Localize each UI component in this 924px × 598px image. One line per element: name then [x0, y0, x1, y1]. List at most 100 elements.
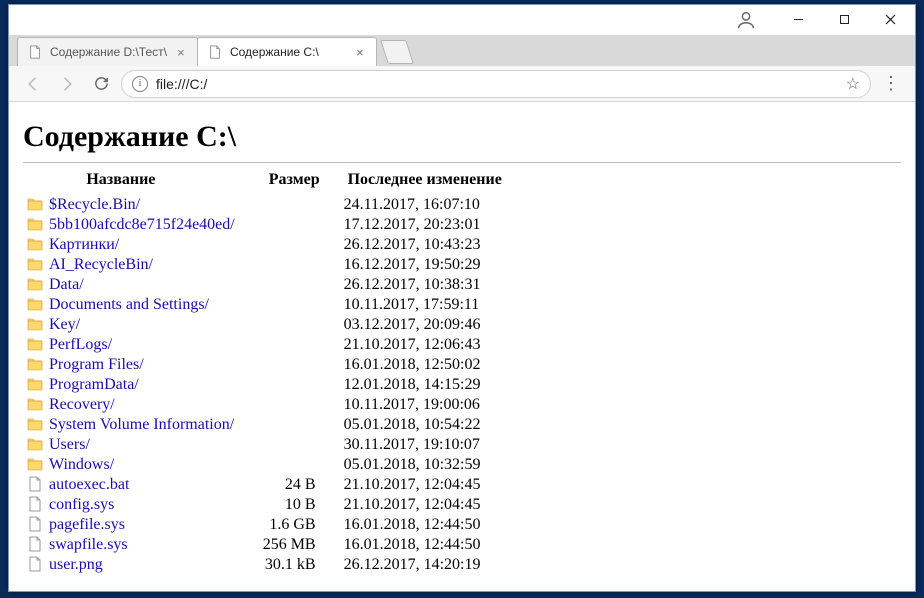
entry-link[interactable]: Users/: [49, 436, 90, 453]
table-row: Users/30.11.2017, 19:10:07: [23, 435, 516, 455]
entry-date: 16.01.2018, 12:44:50: [334, 515, 516, 535]
folder-icon: [27, 296, 43, 312]
entry-link[interactable]: pagefile.sys: [49, 516, 125, 533]
entry-link[interactable]: Картинки/: [49, 236, 119, 253]
browser-tab[interactable]: Содержание D:\Тест\×: [17, 37, 198, 66]
table-row: 5bb100afcdc8e715f24e40ed/17.12.2017, 20:…: [23, 215, 516, 235]
table-row: autoexec.bat 24 B21.10.2017, 12:04:45: [23, 475, 516, 495]
browser-tab[interactable]: Содержание C:\ ×: [197, 37, 377, 66]
file-icon: [27, 476, 43, 492]
folder-icon: [27, 376, 43, 392]
entry-date: 03.12.2017, 20:09:46: [334, 315, 516, 335]
entry-date: 21.10.2017, 12:04:45: [334, 495, 516, 515]
toolbar: i file:///C:/ ☆ ⋮: [9, 66, 915, 102]
entry-size: [255, 195, 334, 215]
folder-icon: [27, 316, 43, 332]
folder-icon: [27, 256, 43, 272]
page-icon: [28, 45, 42, 59]
tab-title: Содержание C:\: [230, 45, 346, 59]
entry-date: 05.01.2018, 10:54:22: [334, 415, 516, 435]
page-icon: [208, 45, 222, 59]
entry-link[interactable]: Recovery/: [49, 396, 115, 413]
entry-size: 24 B: [255, 475, 334, 495]
window-maximize-button[interactable]: [821, 6, 867, 34]
entry-link[interactable]: System Volume Information/: [49, 416, 234, 433]
entry-size: [255, 375, 334, 395]
folder-icon: [27, 436, 43, 452]
entry-size: 1.6 GB: [255, 515, 334, 535]
column-header-date: Последнее изменение: [334, 169, 516, 195]
tab-close-button[interactable]: ×: [173, 44, 189, 60]
column-header-size: Размер: [255, 169, 334, 195]
directory-listing-table: Название Размер Последнее изменение $Rec…: [23, 169, 516, 575]
entry-size: [255, 315, 334, 335]
table-row: swapfile.sys256 MB16.01.2018, 12:44:50: [23, 535, 516, 555]
entry-size: 10 B: [255, 495, 334, 515]
entry-link[interactable]: Program Files/: [49, 356, 144, 373]
table-row: pagefile.sys 1.6 GB16.01.2018, 12:44:50: [23, 515, 516, 535]
entry-link[interactable]: Windows/: [49, 456, 114, 473]
page-heading: Содержание C:\: [23, 120, 901, 154]
tab-close-button[interactable]: ×: [352, 44, 368, 60]
table-row: Program Files/16.01.2018, 12:50:02: [23, 355, 516, 375]
new-tab-button[interactable]: [380, 40, 414, 64]
window-close-button[interactable]: [867, 6, 913, 34]
entry-link[interactable]: user.png: [49, 556, 103, 573]
table-row: AI_RecycleBin/16.12.2017, 19:50:29: [23, 255, 516, 275]
entry-size: [255, 415, 334, 435]
entry-link[interactable]: $Recycle.Bin/: [49, 196, 140, 213]
table-row: Key/03.12.2017, 20:09:46: [23, 315, 516, 335]
entry-date: 16.12.2017, 19:50:29: [334, 255, 516, 275]
back-button[interactable]: [19, 70, 47, 98]
bookmark-star-icon[interactable]: ☆: [846, 74, 860, 94]
entry-link[interactable]: Documents and Settings/: [49, 296, 209, 313]
entry-date: 26.12.2017, 10:43:23: [334, 235, 516, 255]
folder-icon: [27, 456, 43, 472]
window-minimize-button[interactable]: [775, 6, 821, 34]
window-titlebar: [9, 5, 915, 35]
entry-link[interactable]: Key/: [49, 316, 80, 333]
entry-link[interactable]: ProgramData/: [49, 376, 139, 393]
entry-date: 30.11.2017, 19:10:07: [334, 435, 516, 455]
entry-size: [255, 215, 334, 235]
entry-link[interactable]: Data/: [49, 276, 84, 293]
entry-date: 12.01.2018, 14:15:29: [334, 375, 516, 395]
entry-size: 256 MB: [255, 535, 334, 555]
table-row: PerfLogs/21.10.2017, 12:06:43: [23, 335, 516, 355]
entry-link[interactable]: 5bb100afcdc8e715f24e40ed/: [49, 216, 235, 233]
file-icon: [27, 516, 43, 532]
entry-date: 21.10.2017, 12:06:43: [334, 335, 516, 355]
profile-avatar-icon[interactable]: [735, 9, 757, 31]
table-row: config.sys 10 B21.10.2017, 12:04:45: [23, 495, 516, 515]
entry-size: 30.1 kB: [255, 555, 334, 575]
entry-date: 24.11.2017, 16:07:10: [334, 195, 516, 215]
entry-link[interactable]: AI_RecycleBin/: [49, 256, 153, 273]
site-info-icon[interactable]: i: [132, 76, 148, 92]
entry-date: 21.10.2017, 12:04:45: [334, 475, 516, 495]
table-row: Recovery/10.11.2017, 19:00:06: [23, 395, 516, 415]
entry-link[interactable]: PerfLogs/: [49, 336, 112, 353]
entry-size: [255, 295, 334, 315]
forward-button[interactable]: [53, 70, 81, 98]
chrome-menu-button[interactable]: ⋮: [877, 70, 905, 98]
file-icon: [27, 536, 43, 552]
entry-link[interactable]: config.sys: [49, 496, 114, 513]
table-row: ProgramData/12.01.2018, 14:15:29: [23, 375, 516, 395]
entry-size: [255, 435, 334, 455]
folder-icon: [27, 196, 43, 212]
divider: [23, 162, 901, 163]
browser-window: Содержание D:\Тест\× Содержание C:\ × i fi…: [8, 4, 916, 592]
table-row: $Recycle.Bin/24.11.2017, 16:07:10: [23, 195, 516, 215]
entry-size: [255, 275, 334, 295]
entry-date: 26.12.2017, 10:38:31: [334, 275, 516, 295]
entry-link[interactable]: autoexec.bat: [49, 476, 129, 493]
entry-date: 10.11.2017, 19:00:06: [334, 395, 516, 415]
address-text: file:///C:/: [156, 76, 840, 92]
reload-button[interactable]: [87, 70, 115, 98]
entry-date: 17.12.2017, 20:23:01: [334, 215, 516, 235]
entry-link[interactable]: swapfile.sys: [49, 536, 128, 553]
column-header-name: Название: [23, 169, 255, 195]
entry-date: 16.01.2018, 12:50:02: [334, 355, 516, 375]
address-bar[interactable]: i file:///C:/ ☆: [121, 70, 871, 98]
table-row: Windows/05.01.2018, 10:32:59: [23, 455, 516, 475]
